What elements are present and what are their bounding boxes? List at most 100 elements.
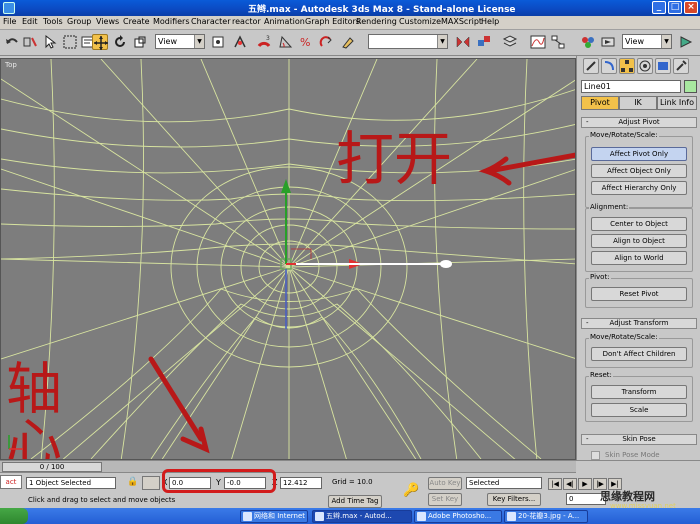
tab-link-info[interactable]: Link Info (657, 96, 697, 110)
reset-pivot-button[interactable]: Reset Pivot (591, 287, 687, 301)
affect-pivot-only-button[interactable]: Affect Pivot Only (591, 147, 687, 161)
menu-file[interactable]: File (3, 17, 16, 26)
auto-key-button[interactable]: Auto Key (428, 477, 462, 490)
play-icon[interactable]: ▶ (578, 478, 592, 490)
select-move-icon[interactable] (92, 34, 108, 50)
viewport-top[interactable]: Top 打开 轴心 (0, 58, 576, 460)
spinner-snap-icon[interactable] (318, 34, 334, 50)
start-button[interactable] (0, 508, 28, 524)
go-to-start-icon[interactable]: |◀ (548, 478, 562, 490)
menu-create[interactable]: Create (123, 17, 150, 26)
menu-maxscript[interactable]: MAXScript (441, 17, 482, 26)
affect-hierarchy-only-button[interactable]: Affect Hierarchy Only (591, 181, 687, 195)
adjust-pivot-rollout-header[interactable]: - Adjust Pivot (581, 117, 697, 128)
menu-help[interactable]: Help (481, 17, 499, 26)
curve-editor-icon[interactable] (530, 34, 546, 50)
red-annotation-marks (148, 152, 575, 454)
object-name-field[interactable]: Line01 (581, 80, 681, 93)
skin-pose-mode-checkbox[interactable] (591, 451, 600, 460)
status-bar: 0 / 100 act 1 Object Selected 🔒 X 0.0 Y … (0, 460, 700, 508)
create-tab-icon[interactable] (583, 58, 599, 74)
snap-toggle-icon[interactable]: 3 (256, 34, 272, 50)
photoshop-icon (417, 512, 426, 521)
motion-tab-icon[interactable] (637, 58, 653, 74)
align-to-world-button[interactable]: Align to World (591, 251, 687, 265)
task-photoshop[interactable]: Adobe Photosho... (414, 510, 502, 523)
reference-coordinate-combo[interactable]: View ▼ (155, 34, 205, 49)
menu-animation[interactable]: Animation (264, 17, 305, 26)
hierarchy-tab-icon[interactable] (619, 58, 635, 74)
layer-manager-icon[interactable] (502, 34, 518, 50)
mirror-icon[interactable] (455, 34, 471, 50)
affect-object-only-button[interactable]: Affect Object Only (591, 164, 687, 178)
render-type-combo[interactable]: View ▼ (622, 34, 672, 49)
material-editor-icon[interactable] (580, 34, 596, 50)
reset-label: Reset: (589, 371, 613, 379)
percent-snap-icon[interactable]: % (298, 34, 314, 50)
maximize-button[interactable]: □ (668, 1, 682, 14)
menu-rendering[interactable]: Rendering (356, 17, 397, 26)
manipulate-icon[interactable] (232, 34, 248, 50)
align-to-object-button[interactable]: Align to Object (591, 234, 687, 248)
image-icon (507, 512, 516, 521)
undo-icon[interactable] (4, 34, 20, 50)
add-time-tag-button[interactable]: Add Time Tag (328, 495, 382, 508)
select-region-icon[interactable] (62, 34, 78, 50)
task-3dsmax[interactable]: 五辫.max - Autod... (312, 510, 412, 523)
quick-render-icon[interactable] (678, 34, 694, 50)
tab-ik[interactable]: IK (619, 96, 657, 110)
menu-edit[interactable]: Edit (22, 17, 38, 26)
menu-views[interactable]: Views (96, 17, 119, 26)
maxscript-listener[interactable]: act (0, 475, 22, 489)
minimize-button[interactable]: _ (652, 1, 666, 14)
object-color-swatch[interactable] (684, 80, 697, 93)
select-rotate-icon[interactable] (112, 34, 128, 50)
select-link-icon[interactable] (22, 34, 38, 50)
task-network[interactable]: 网络和 Internet ... (240, 510, 308, 523)
main-toolbar: View ▼ 3 % ▼ View ▼ (0, 30, 700, 56)
key-icon[interactable]: 🔑 (403, 483, 419, 498)
render-setup-icon[interactable] (600, 34, 616, 50)
display-tab-icon[interactable] (655, 58, 671, 74)
utilities-tab-icon[interactable] (673, 58, 689, 74)
reset-scale-button[interactable]: Scale (591, 403, 687, 417)
adjust-transform-rollout-header[interactable]: - Adjust Transform (581, 318, 697, 329)
window-title: 五辫.max - Autodesk 3ds Max 8 - Stand-alon… (248, 5, 516, 15)
lock-icon[interactable]: 🔒 (127, 477, 138, 487)
app-icon[interactable] (3, 2, 15, 14)
close-button[interactable]: × (684, 1, 698, 14)
reset-transform-button[interactable]: Transform (591, 385, 687, 399)
set-key-button[interactable]: Set Key (428, 493, 462, 506)
key-filters-button[interactable]: Key Filters... (487, 493, 541, 506)
skin-pose-rollout-header[interactable]: - Skin Pose (581, 434, 697, 445)
taskbar: 网络和 Internet ... 五辫.max - Autod... Adobe… (0, 508, 700, 524)
modify-tab-icon[interactable] (601, 58, 617, 74)
tab-pivot[interactable]: Pivot (581, 96, 619, 110)
select-object-icon[interactable] (42, 34, 58, 50)
move-rotate-scale-label: Move/Rotate/Scale: (589, 131, 659, 139)
angle-snap-icon[interactable] (278, 34, 294, 50)
menu-character[interactable]: Character (191, 17, 231, 26)
wireframe-mesh: 打开 轴心 (1, 59, 575, 459)
menu-reactor[interactable]: reactor (232, 17, 261, 26)
pivot-center-icon[interactable] (210, 34, 226, 50)
task-image[interactable]: 20-花瓣3.jpg - A... (504, 510, 588, 523)
schematic-view-icon[interactable] (550, 34, 566, 50)
align-icon[interactable] (476, 34, 492, 50)
dont-affect-children-button[interactable]: Don't Affect Children (591, 347, 687, 361)
menu-customize[interactable]: Customize (399, 17, 441, 26)
menu-graph-editors[interactable]: Graph Editors (305, 17, 360, 26)
absolute-mode-icon[interactable] (142, 476, 160, 490)
menu-tools[interactable]: Tools (43, 17, 63, 26)
z-coordinate-field[interactable]: 12.412 (280, 477, 322, 489)
select-scale-icon[interactable] (132, 34, 148, 50)
menu-modifiers[interactable]: Modifiers (153, 17, 190, 26)
time-slider-thumb[interactable]: 0 / 100 (2, 462, 102, 472)
center-to-object-button[interactable]: Center to Object (591, 217, 687, 231)
edit-named-selection-icon[interactable] (340, 34, 356, 50)
key-mode-combo[interactable]: Selected (466, 477, 542, 489)
previous-frame-icon[interactable]: ◀| (563, 478, 577, 490)
named-selection-combo[interactable]: ▼ (368, 34, 448, 49)
menu-group[interactable]: Group (67, 17, 91, 26)
max-icon (315, 512, 324, 521)
